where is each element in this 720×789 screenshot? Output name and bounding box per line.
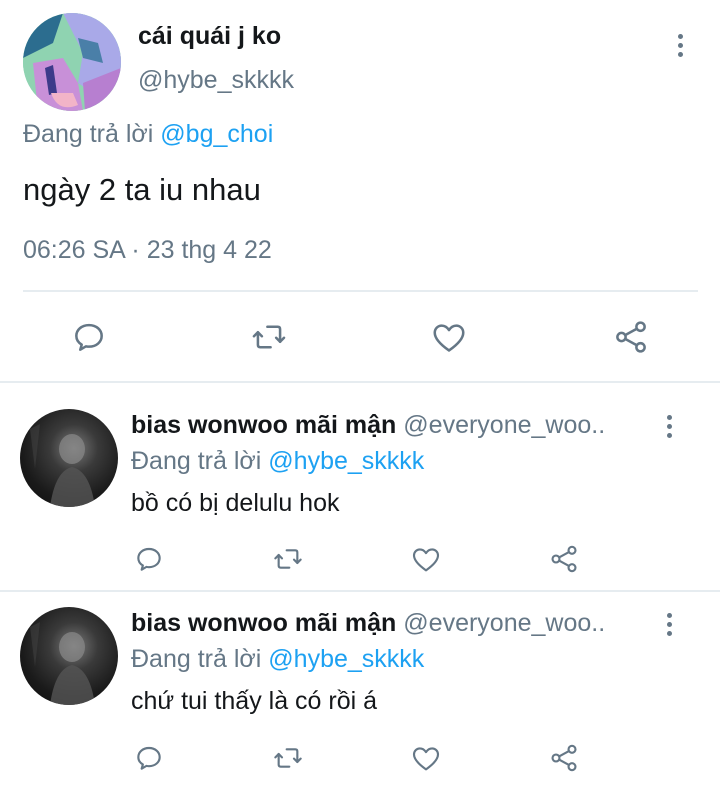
reply-author-name[interactable]: bias wonwoo mãi mận [131, 411, 396, 439]
replying-prefix: Đang trả lời [131, 447, 262, 475]
more-options-icon[interactable] [668, 34, 692, 64]
reply-author-name[interactable]: bias wonwoo mãi mận [131, 609, 396, 637]
replying-prefix: Đang trả lời [23, 120, 154, 148]
reply-icon[interactable] [133, 543, 165, 575]
more-options-icon[interactable] [657, 613, 681, 643]
reply-icon[interactable] [133, 742, 165, 774]
separator [0, 381, 720, 383]
reply-text: chứ tui thấy là có rồi á [131, 687, 378, 715]
like-icon[interactable] [410, 543, 442, 575]
separator [0, 590, 720, 592]
replying-to-line: Đang trả lời @hybe_skkkk [131, 447, 424, 476]
replying-to-line: Đang trả lời @bg_choi [23, 120, 273, 149]
reply-avatar[interactable] [20, 607, 118, 705]
reply-text: bồ có bị delulu hok [131, 489, 340, 517]
reply-author-handle[interactable]: @everyone_woo.. [403, 411, 605, 439]
retweet-icon[interactable] [250, 318, 288, 356]
reply-author-line[interactable]: bias wonwoo mãi mận @everyone_woo.. [131, 411, 605, 440]
reply-icon[interactable] [70, 318, 108, 356]
replying-to-line: Đang trả lời @hybe_skkkk [131, 645, 424, 674]
share-icon[interactable] [612, 318, 650, 356]
avatar-photo [30, 424, 95, 507]
tweet-author-name[interactable]: cái quái j ko [138, 22, 281, 51]
share-icon[interactable] [548, 742, 580, 774]
retweet-icon[interactable] [272, 742, 304, 774]
more-options-icon[interactable] [657, 415, 681, 445]
tweet-timestamp[interactable]: 06:26 SA · 23 thg 4 22 [23, 236, 272, 265]
share-icon[interactable] [548, 543, 580, 575]
replying-to-mention[interactable]: @bg_choi [160, 120, 273, 148]
like-icon[interactable] [410, 742, 442, 774]
reply-avatar[interactable] [20, 409, 118, 507]
avatar-photo [30, 622, 95, 705]
reply-author-handle[interactable]: @everyone_woo.. [403, 609, 605, 637]
avatar[interactable] [23, 13, 121, 111]
replying-to-mention[interactable]: @hybe_skkkk [268, 645, 424, 673]
like-icon[interactable] [430, 318, 468, 356]
replying-prefix: Đang trả lời [131, 645, 262, 673]
retweet-icon[interactable] [272, 543, 304, 575]
reply-author-line[interactable]: bias wonwoo mãi mận @everyone_woo.. [131, 609, 605, 638]
replying-to-mention[interactable]: @hybe_skkkk [268, 447, 424, 475]
avatar-illustration [23, 13, 121, 111]
tweet-author-handle[interactable]: @hybe_skkkk [138, 66, 294, 95]
tweet-text: ngày 2 ta iu nhau [23, 172, 261, 207]
divider [23, 290, 698, 292]
